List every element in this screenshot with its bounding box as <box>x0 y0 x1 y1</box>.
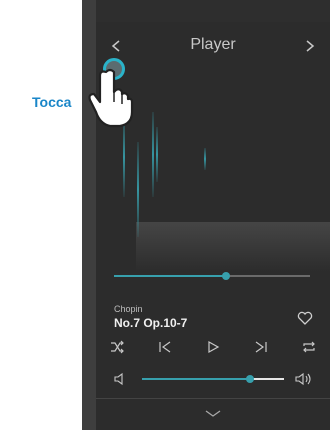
repeat-icon <box>303 341 315 353</box>
volume-low-icon <box>112 371 128 392</box>
play-button[interactable] <box>202 336 224 358</box>
repeat-button[interactable] <box>298 336 320 358</box>
volume-row <box>106 370 320 388</box>
chevron-down-icon <box>205 410 221 417</box>
progress-fill <box>114 275 226 277</box>
chevron-right-icon <box>306 40 315 52</box>
progress-knob[interactable] <box>221 272 230 280</box>
playback-controls <box>106 336 320 358</box>
shuffle-icon <box>111 340 124 354</box>
forward-button[interactable] <box>296 32 324 60</box>
previous-button[interactable] <box>154 336 176 358</box>
device-top-bar <box>96 0 330 22</box>
page-title: Player <box>190 36 236 53</box>
volume-knob[interactable] <box>245 375 254 383</box>
volume-fill <box>142 378 250 380</box>
tap-hint-label: Tocca <box>32 94 72 110</box>
pointing-hand-icon <box>86 66 134 128</box>
play-icon <box>208 340 220 354</box>
skip-next-icon <box>255 341 267 353</box>
volume-slider[interactable] <box>142 375 284 383</box>
volume-high-icon <box>294 371 314 392</box>
progress-slider[interactable] <box>114 272 310 280</box>
artist-name: Chopin <box>114 304 143 314</box>
next-button[interactable] <box>250 336 272 358</box>
track-title: No.7 Op.10-7 <box>114 316 188 330</box>
divider <box>96 398 330 399</box>
header: Player <box>96 22 330 66</box>
shuffle-button[interactable] <box>106 336 128 358</box>
collapse-button[interactable] <box>204 406 222 418</box>
skip-previous-icon <box>159 341 171 353</box>
heart-icon <box>297 311 313 325</box>
favorite-button[interactable] <box>296 309 314 327</box>
